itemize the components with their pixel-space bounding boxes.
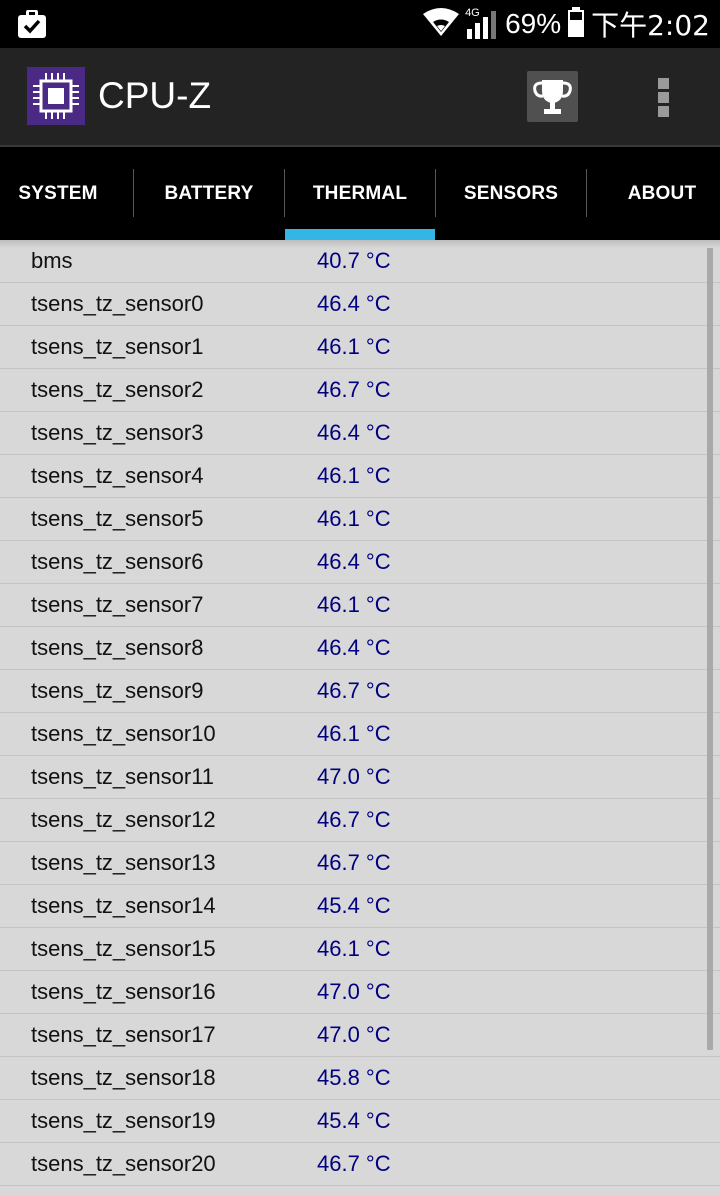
sensor-temperature: 46.4 °C [317,635,391,660]
signal-icon: 4G [465,7,499,39]
sensor-name: tsens_tz_sensor7 [31,592,204,617]
sensor-name: tsens_tz_sensor3 [31,420,204,445]
sensor-name: tsens_tz_sensor13 [31,850,216,875]
list-item: tsens_tz_sensor0 46.4 °C [0,283,720,326]
list-item: tsens_tz_sensor8 46.4 °C [0,627,720,670]
sensor-name: tsens_tz_sensor5 [31,506,204,531]
sensor-name: tsens_tz_sensor12 [31,807,216,832]
sensor-name: tsens_tz_sensor20 [31,1151,216,1176]
sensor-name: tsens_tz_sensor0 [31,291,204,316]
tab-bar: SYSTEM BATTERY THERMAL SENSORS ABOUT [0,147,720,240]
tab-system[interactable]: SYSTEM [0,147,116,240]
sensor-name: tsens_tz_sensor1 [31,334,204,359]
sensor-temperature: 46.1 °C [317,506,391,531]
sensor-temperature: 46.7 °C [317,807,391,832]
list-item: tsens_tz_sensor12 46.7 °C [0,799,720,842]
sensor-name: tsens_tz_sensor19 [31,1108,216,1133]
list-item: tsens_tz_sensor3 46.4 °C [0,412,720,455]
sensor-temperature: 46.4 °C [317,420,391,445]
tab-thermal[interactable]: THERMAL [285,147,435,240]
list-item: tsens_tz_sensor13 46.7 °C [0,842,720,885]
sensor-temperature: 46.7 °C [317,678,391,703]
tab-sensors[interactable]: SENSORS [436,147,586,240]
cpu-chip-icon[interactable] [27,67,85,125]
list-item: tsens_tz_sensor9 46.7 °C [0,670,720,713]
list-item: tsens_tz_sensor1 46.1 °C [0,326,720,369]
list-item: tsens_tz_sensor15 46.1 °C [0,928,720,971]
list-item: tsens_tz_sensor4 46.1 °C [0,455,720,498]
app-bar: CPU-Z [0,48,720,147]
battery-icon [567,6,585,42]
sensor-temperature: 47.0 °C [317,979,391,1004]
sensor-temperature: 40.7 °C [317,248,391,273]
clock: 下午2:02 [591,9,710,42]
sensor-temperature: 46.4 °C [317,291,391,316]
sensor-name: tsens_tz_sensor10 [31,721,216,746]
trophy-icon[interactable] [527,71,578,122]
overflow-menu-icon[interactable] [649,74,679,118]
list-item: bms 40.7 °C [0,240,720,283]
list-item: tsens_tz_sensor7 46.1 °C [0,584,720,627]
clipboard-check-icon [16,9,48,39]
sensor-temperature: 46.7 °C [317,1151,391,1176]
sensor-temperature: 46.1 °C [317,334,391,359]
thermal-list[interactable]: bms 40.7 °C tsens_tz_sensor0 46.4 °C tsens… [0,240,720,1196]
sensor-temperature: 46.1 °C [317,721,391,746]
sensor-name: tsens_tz_sensor4 [31,463,204,488]
list-item: tsens_tz_sensor19 45.4 °C [0,1100,720,1143]
sensor-temperature: 46.4 °C [317,549,391,574]
sensor-name: tsens_tz_sensor15 [31,936,216,961]
sensor-temperature: 46.1 °C [317,463,391,488]
list-item: tsens_tz_sensor6 46.4 °C [0,541,720,584]
list-item: tsens_tz_sensor18 45.8 °C [0,1057,720,1100]
list-item: tsens_tz_sensor5 46.1 °C [0,498,720,541]
tab-battery[interactable]: BATTERY [134,147,284,240]
sensor-temperature: 45.8 °C [317,1065,391,1090]
battery-percent: 69% [505,8,562,39]
sensor-temperature: 46.1 °C [317,592,391,617]
sensor-temperature: 47.0 °C [317,764,391,789]
list-item: tsens_tz_sensor17 47.0 °C [0,1014,720,1057]
wifi-icon [423,7,460,41]
sensor-temperature: 46.1 °C [317,936,391,961]
list-item: tsens_tz_sensor14 45.4 °C [0,885,720,928]
sensor-name: tsens_tz_sensor6 [31,549,204,574]
list-item: tsens_tz_sensor10 46.1 °C [0,713,720,756]
sensor-name: bms [31,248,73,273]
tab-divider [586,169,587,217]
screen: 4G 69% 下午2:02 CPU-Z SYSTEM BATTERY THERM… [0,0,720,1196]
sensor-name: tsens_tz_sensor18 [31,1065,216,1090]
active-tab-indicator [285,229,435,240]
sensor-name: tsens_tz_sensor16 [31,979,216,1004]
sensor-temperature: 45.4 °C [317,893,391,918]
status-bar: 4G 69% 下午2:02 [0,0,720,48]
sensor-name: tsens_tz_sensor11 [31,764,215,789]
sensor-name: tsens_tz_sensor14 [31,893,216,918]
app-title: CPU-Z [98,75,212,116]
list-item: tsens_tz_sensor2 46.7 °C [0,369,720,412]
sensor-temperature: 46.7 °C [317,850,391,875]
list-item: tsens_tz_sensor16 47.0 °C [0,971,720,1014]
sensor-temperature: 47.0 °C [317,1022,391,1047]
sensor-temperature: 46.7 °C [317,377,391,402]
scrollbar[interactable] [707,248,713,1050]
sensor-name: tsens_tz_sensor9 [31,678,204,703]
list-item: tsens_tz_sensor11 47.0 °C [0,756,720,799]
list-item: tsens_tz_sensor20 46.7 °C [0,1143,720,1186]
sensor-name: tsens_tz_sensor17 [31,1022,216,1047]
tab-about[interactable]: ABOUT [604,147,720,240]
sensor-name: tsens_tz_sensor2 [31,377,204,402]
sensor-temperature: 45.4 °C [317,1108,391,1133]
sensor-name: tsens_tz_sensor8 [31,635,204,660]
